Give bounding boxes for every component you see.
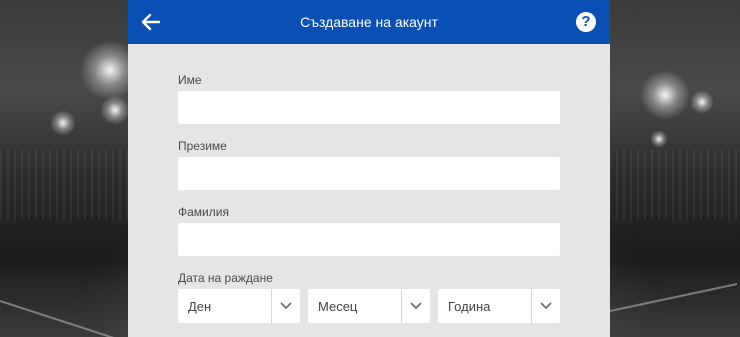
arrow-left-icon bbox=[141, 13, 160, 31]
header-bar: Създаване на акаунт ? bbox=[128, 0, 610, 44]
floodlight bbox=[100, 95, 130, 125]
question-circle-icon: ? bbox=[581, 13, 591, 30]
middle-name-field[interactable] bbox=[178, 157, 560, 190]
birth-date-label: Дата на раждане bbox=[178, 271, 273, 285]
month-select-value: Месец bbox=[318, 298, 358, 314]
last-name-field[interactable] bbox=[178, 223, 560, 256]
chevron-down-icon bbox=[531, 289, 560, 323]
help-button[interactable]: ? bbox=[576, 12, 596, 32]
floodlight bbox=[690, 90, 714, 114]
chevron-down-icon bbox=[271, 289, 300, 323]
year-select-value: Година bbox=[448, 298, 491, 314]
first-name-label: Име bbox=[178, 73, 202, 87]
floodlight bbox=[50, 110, 76, 136]
middle-name-label: Презиме bbox=[178, 139, 227, 153]
chevron-down-icon bbox=[401, 289, 430, 323]
last-name-label: Фамилия bbox=[178, 205, 229, 219]
month-select[interactable]: Месец bbox=[308, 289, 430, 323]
day-select[interactable]: Ден bbox=[178, 289, 300, 323]
floodlight bbox=[650, 130, 668, 148]
year-select[interactable]: Година bbox=[438, 289, 560, 323]
pitch-line bbox=[609, 282, 738, 312]
create-account-panel: Създаване на акаунт ? Име Презиме Фамили… bbox=[128, 0, 610, 337]
pitch-line bbox=[0, 300, 134, 337]
page-title: Създаване на акаунт bbox=[300, 14, 438, 30]
floodlight bbox=[640, 70, 690, 120]
first-name-field[interactable] bbox=[178, 91, 560, 124]
day-select-value: Ден bbox=[188, 298, 212, 314]
back-button[interactable] bbox=[136, 8, 164, 36]
